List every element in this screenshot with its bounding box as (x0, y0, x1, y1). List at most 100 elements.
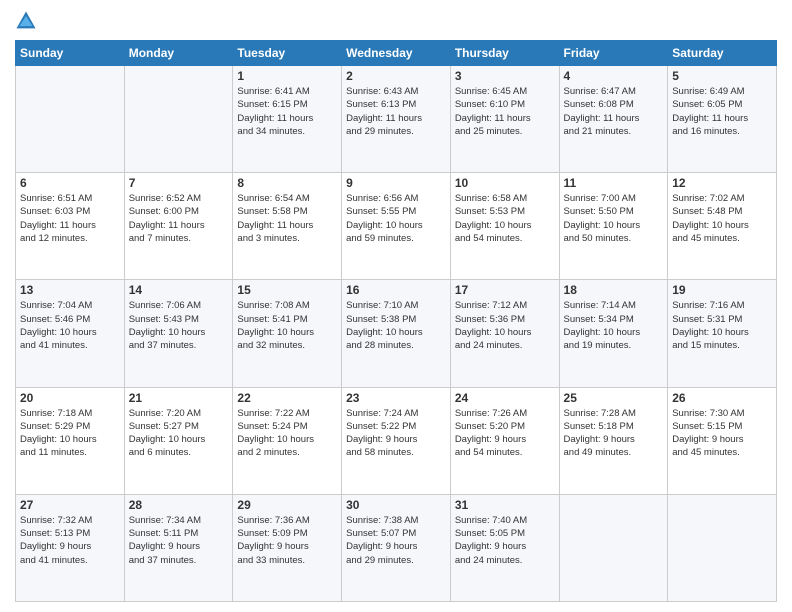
calendar-cell: 24 Sunrise: 7:26 AM Sunset: 5:20 PM Dayli… (450, 387, 559, 494)
calendar-cell: 20 Sunrise: 7:18 AM Sunset: 5:29 PM Dayli… (16, 387, 125, 494)
day-info: Sunrise: 7:14 AM Sunset: 5:34 PM Dayligh… (564, 299, 664, 352)
day-info: Sunrise: 7:18 AM Sunset: 5:29 PM Dayligh… (20, 407, 120, 460)
day-info: Sunrise: 7:36 AM Sunset: 5:09 PM Dayligh… (237, 514, 337, 567)
calendar-cell: 6Sunrise: 6:51 AM Sunset: 6:03 PM Daylig… (16, 173, 125, 280)
calendar-week-2: 6Sunrise: 6:51 AM Sunset: 6:03 PM Daylig… (16, 173, 777, 280)
logo (15, 10, 41, 32)
col-header-saturday: Saturday (668, 41, 777, 66)
calendar-cell: 23 Sunrise: 7:24 AM Sunset: 5:22 PM Dayli… (342, 387, 451, 494)
calendar-cell: 12Sunrise: 7:02 AM Sunset: 5:48 PM Dayli… (668, 173, 777, 280)
day-number: 9 (346, 176, 446, 190)
day-info: Sunrise: 6:52 AM Sunset: 6:00 PM Dayligh… (129, 192, 229, 245)
calendar-week-5: 27 Sunrise: 7:32 AM Sunset: 5:13 PM Dayli… (16, 494, 777, 601)
day-info: Sunrise: 6:54 AM Sunset: 5:58 PM Dayligh… (237, 192, 337, 245)
calendar-cell: 27 Sunrise: 7:32 AM Sunset: 5:13 PM Dayli… (16, 494, 125, 601)
calendar-cell: 7 Sunrise: 6:52 AM Sunset: 6:00 PM Daylig… (124, 173, 233, 280)
calendar-header-row: SundayMondayTuesdayWednesdayThursdayFrid… (16, 41, 777, 66)
day-info: Sunrise: 7:28 AM Sunset: 5:18 PM Dayligh… (564, 407, 664, 460)
day-info: Sunrise: 7:24 AM Sunset: 5:22 PM Dayligh… (346, 407, 446, 460)
day-number: 23 (346, 391, 446, 405)
calendar-cell (668, 494, 777, 601)
day-number: 18 (564, 283, 664, 297)
day-number: 28 (129, 498, 229, 512)
calendar-cell: 9 Sunrise: 6:56 AM Sunset: 5:55 PM Daylig… (342, 173, 451, 280)
calendar-week-3: 13Sunrise: 7:04 AM Sunset: 5:46 PM Dayli… (16, 280, 777, 387)
calendar-week-1: 1Sunrise: 6:41 AM Sunset: 6:15 PM Daylig… (16, 66, 777, 173)
day-info: Sunrise: 6:45 AM Sunset: 6:10 PM Dayligh… (455, 85, 555, 138)
day-info: Sunrise: 7:22 AM Sunset: 5:24 PM Dayligh… (237, 407, 337, 460)
day-number: 25 (564, 391, 664, 405)
day-info: Sunrise: 6:49 AM Sunset: 6:05 PM Dayligh… (672, 85, 772, 138)
calendar-cell: 8 Sunrise: 6:54 AM Sunset: 5:58 PM Daylig… (233, 173, 342, 280)
calendar-cell: 30 Sunrise: 7:38 AM Sunset: 5:07 PM Dayli… (342, 494, 451, 601)
calendar-cell: 1Sunrise: 6:41 AM Sunset: 6:15 PM Daylig… (233, 66, 342, 173)
day-info: Sunrise: 7:20 AM Sunset: 5:27 PM Dayligh… (129, 407, 229, 460)
day-info: Sunrise: 7:06 AM Sunset: 5:43 PM Dayligh… (129, 299, 229, 352)
day-number: 24 (455, 391, 555, 405)
col-header-sunday: Sunday (16, 41, 125, 66)
calendar-cell: 16 Sunrise: 7:10 AM Sunset: 5:38 PM Dayli… (342, 280, 451, 387)
day-info: Sunrise: 6:58 AM Sunset: 5:53 PM Dayligh… (455, 192, 555, 245)
day-info: Sunrise: 7:38 AM Sunset: 5:07 PM Dayligh… (346, 514, 446, 567)
day-number: 15 (237, 283, 337, 297)
day-info: Sunrise: 7:16 AM Sunset: 5:31 PM Dayligh… (672, 299, 772, 352)
logo-icon (15, 10, 37, 32)
calendar-cell: 18 Sunrise: 7:14 AM Sunset: 5:34 PM Dayli… (559, 280, 668, 387)
calendar-cell: 4Sunrise: 6:47 AM Sunset: 6:08 PM Daylig… (559, 66, 668, 173)
calendar-cell: 14Sunrise: 7:06 AM Sunset: 5:43 PM Dayli… (124, 280, 233, 387)
day-number: 26 (672, 391, 772, 405)
day-info: Sunrise: 6:56 AM Sunset: 5:55 PM Dayligh… (346, 192, 446, 245)
day-info: Sunrise: 7:10 AM Sunset: 5:38 PM Dayligh… (346, 299, 446, 352)
day-info: Sunrise: 7:32 AM Sunset: 5:13 PM Dayligh… (20, 514, 120, 567)
calendar-cell: 5 Sunrise: 6:49 AM Sunset: 6:05 PM Daylig… (668, 66, 777, 173)
day-info: Sunrise: 6:43 AM Sunset: 6:13 PM Dayligh… (346, 85, 446, 138)
page: SundayMondayTuesdayWednesdayThursdayFrid… (0, 0, 792, 612)
day-number: 16 (346, 283, 446, 297)
day-info: Sunrise: 7:26 AM Sunset: 5:20 PM Dayligh… (455, 407, 555, 460)
calendar-cell: 19 Sunrise: 7:16 AM Sunset: 5:31 PM Dayli… (668, 280, 777, 387)
day-number: 30 (346, 498, 446, 512)
day-number: 22 (237, 391, 337, 405)
day-info: Sunrise: 7:12 AM Sunset: 5:36 PM Dayligh… (455, 299, 555, 352)
col-header-friday: Friday (559, 41, 668, 66)
day-number: 7 (129, 176, 229, 190)
calendar-cell: 31 Sunrise: 7:40 AM Sunset: 5:05 PM Dayli… (450, 494, 559, 601)
day-info: Sunrise: 7:40 AM Sunset: 5:05 PM Dayligh… (455, 514, 555, 567)
day-info: Sunrise: 6:51 AM Sunset: 6:03 PM Dayligh… (20, 192, 120, 245)
col-header-thursday: Thursday (450, 41, 559, 66)
header (15, 10, 777, 32)
day-info: Sunrise: 7:34 AM Sunset: 5:11 PM Dayligh… (129, 514, 229, 567)
calendar-cell (124, 66, 233, 173)
col-header-tuesday: Tuesday (233, 41, 342, 66)
day-info: Sunrise: 7:30 AM Sunset: 5:15 PM Dayligh… (672, 407, 772, 460)
day-number: 2 (346, 69, 446, 83)
calendar-cell: 11 Sunrise: 7:00 AM Sunset: 5:50 PM Dayli… (559, 173, 668, 280)
day-info: Sunrise: 6:41 AM Sunset: 6:15 PM Dayligh… (237, 85, 337, 138)
calendar-cell: 3 Sunrise: 6:45 AM Sunset: 6:10 PM Daylig… (450, 66, 559, 173)
col-header-monday: Monday (124, 41, 233, 66)
calendar-cell: 15 Sunrise: 7:08 AM Sunset: 5:41 PM Dayli… (233, 280, 342, 387)
day-number: 10 (455, 176, 555, 190)
calendar-cell: 13Sunrise: 7:04 AM Sunset: 5:46 PM Dayli… (16, 280, 125, 387)
day-number: 12 (672, 176, 772, 190)
day-number: 19 (672, 283, 772, 297)
day-info: Sunrise: 7:08 AM Sunset: 5:41 PM Dayligh… (237, 299, 337, 352)
day-number: 11 (564, 176, 664, 190)
day-number: 27 (20, 498, 120, 512)
calendar-cell: 22 Sunrise: 7:22 AM Sunset: 5:24 PM Dayli… (233, 387, 342, 494)
day-info: Sunrise: 7:04 AM Sunset: 5:46 PM Dayligh… (20, 299, 120, 352)
day-number: 17 (455, 283, 555, 297)
day-info: Sunrise: 6:47 AM Sunset: 6:08 PM Dayligh… (564, 85, 664, 138)
day-number: 29 (237, 498, 337, 512)
calendar-cell (559, 494, 668, 601)
day-info: Sunrise: 7:00 AM Sunset: 5:50 PM Dayligh… (564, 192, 664, 245)
calendar-cell: 10 Sunrise: 6:58 AM Sunset: 5:53 PM Dayli… (450, 173, 559, 280)
calendar-cell: 21 Sunrise: 7:20 AM Sunset: 5:27 PM Dayli… (124, 387, 233, 494)
day-number: 3 (455, 69, 555, 83)
day-number: 20 (20, 391, 120, 405)
day-number: 31 (455, 498, 555, 512)
calendar-cell: 25 Sunrise: 7:28 AM Sunset: 5:18 PM Dayli… (559, 387, 668, 494)
day-number: 21 (129, 391, 229, 405)
day-number: 5 (672, 69, 772, 83)
day-number: 8 (237, 176, 337, 190)
